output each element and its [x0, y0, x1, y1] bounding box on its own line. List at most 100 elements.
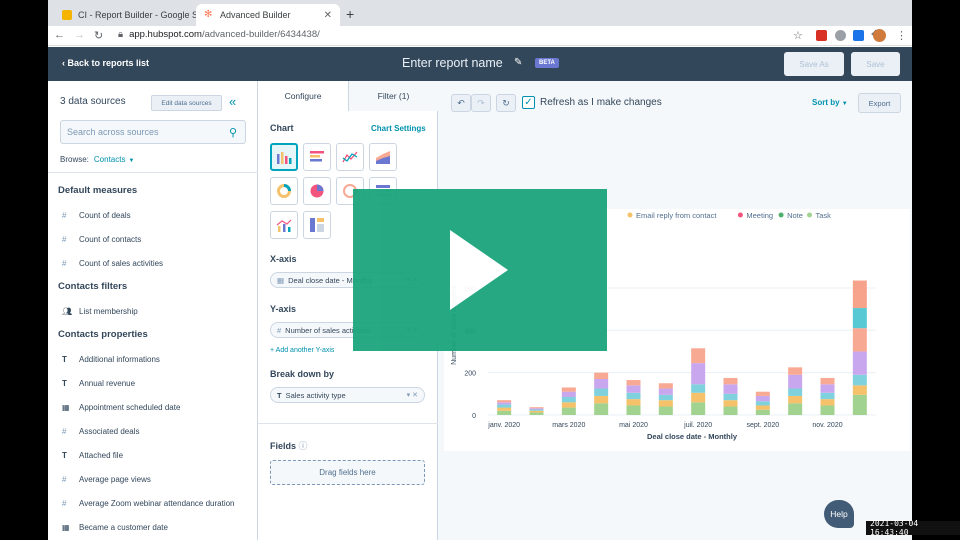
extension-icon[interactable] — [853, 30, 864, 41]
avatar[interactable] — [873, 29, 886, 42]
reload-icon[interactable]: ↻ — [94, 29, 103, 42]
play-icon — [450, 230, 508, 310]
bar-segment — [658, 400, 673, 407]
legend-marker — [627, 212, 633, 218]
bar-segment — [820, 399, 835, 406]
bar-segment — [594, 379, 609, 389]
star-icon[interactable]: ☆ — [793, 29, 803, 42]
x-tick-label: nov. 2020 — [812, 422, 842, 429]
save-as-button[interactable]: Save As — [784, 52, 844, 76]
bar-segment — [529, 408, 544, 410]
donut-chart-icon — [277, 184, 291, 198]
bar-segment — [658, 394, 673, 401]
extension-icon[interactable] — [835, 30, 846, 41]
add-y-axis-link[interactable]: + Add another Y-axis — [270, 347, 334, 354]
sheets-favicon-icon — [62, 10, 72, 20]
pie-chart-type-button[interactable] — [303, 177, 331, 205]
video-play-overlay[interactable] — [353, 189, 607, 351]
legend-label: Task — [816, 211, 832, 220]
bar-chart-type-button[interactable] — [270, 143, 298, 171]
tab-label: CI - Report Builder - Google S — [78, 10, 199, 20]
help-button[interactable]: Help — [824, 500, 854, 528]
browser-tab-advanced-builder[interactable]: ✻ Advanced Builder ✕ — [196, 4, 340, 26]
bar-segment — [594, 395, 609, 404]
bar-segment — [658, 406, 673, 415]
bar-segment — [755, 409, 770, 415]
bar-segment — [852, 385, 867, 395]
browser-tab-report-builder[interactable]: CI - Report Builder - Google S ✕ — [54, 4, 212, 26]
field-list-membership[interactable]: 👥︎ List membership — [62, 307, 138, 316]
breakdown-dropdown[interactable]: T Sales activity type ▾ ✕ — [270, 387, 425, 403]
undo-button[interactable]: ↶ — [451, 94, 471, 112]
field-label: Average page views — [79, 475, 151, 484]
field-count-of-contacts[interactable]: # Count of contacts — [62, 235, 141, 244]
horizontal-bar-chart-type-button[interactable] — [303, 143, 331, 171]
search-input[interactable]: Search across sources ⚲ — [60, 120, 246, 144]
back-to-reports-link[interactable]: ‹ Back to reports list — [62, 58, 149, 68]
area-chart-type-button[interactable] — [369, 143, 397, 171]
field-label: Count of contacts — [79, 235, 142, 244]
field-label: Additional informations — [79, 355, 160, 364]
bar-segment — [626, 405, 641, 415]
recording-timestamp: 2021-03-04 16:43:40 — [866, 519, 960, 537]
bar-segment — [561, 391, 576, 397]
field-attached-file[interactable]: T Attached file — [62, 451, 123, 460]
bar-segment — [497, 404, 512, 408]
url-field[interactable]: 🔒︎ app.hubspot.com/advanced-builder/64344… — [118, 29, 320, 40]
browse-selector[interactable]: Browse: Contacts ▼ — [60, 155, 134, 164]
menu-dots-icon[interactable]: ⋮ — [896, 29, 907, 42]
field-annual-revenue[interactable]: T Annual revenue — [62, 379, 135, 388]
field-appointment-scheduled-date[interactable]: ▦ Appointment scheduled date — [62, 403, 180, 412]
bar-segment — [723, 384, 738, 394]
export-button[interactable]: Export — [858, 93, 901, 113]
field-associated-deals[interactable]: # Associated deals — [62, 427, 139, 436]
tab-label: Advanced Builder — [220, 10, 291, 20]
undo-icon: ↶ — [457, 97, 465, 108]
redo-button[interactable]: ↷ — [471, 94, 491, 112]
people-icon: 👥︎ — [62, 307, 73, 316]
refresh-button[interactable]: ↻ — [496, 94, 516, 112]
bar-segment — [755, 405, 770, 410]
sort-by-dropdown[interactable]: Sort by ▼ — [812, 98, 848, 107]
x-tick-label: juil. 2020 — [683, 422, 712, 429]
field-additional-informations[interactable]: T Additional informations — [62, 355, 160, 364]
bar-segment — [691, 392, 706, 403]
tab-filter[interactable]: Filter (1) — [348, 81, 438, 111]
back-arrow-icon[interactable]: ← — [54, 29, 65, 41]
caret-down-icon: ▼ — [841, 101, 848, 107]
field-average-zoom-webinar-attendance-duration[interactable]: # Average Zoom webinar attendance duratio… — [62, 499, 235, 508]
pivot-chart-type-button[interactable] — [303, 211, 331, 239]
forward-arrow-icon[interactable]: → — [74, 29, 85, 41]
field-became-a-customer-date[interactable]: ▦ Became a customer date — [62, 523, 168, 532]
config-tabs: Configure Filter (1) — [258, 81, 438, 111]
field-count-of-deals[interactable]: # Count of deals — [62, 211, 131, 220]
fields-drop-zone[interactable]: Drag fields here — [270, 460, 425, 485]
collapse-panel-icon[interactable]: « — [229, 94, 236, 109]
edit-data-sources-button[interactable]: Edit data sources — [151, 95, 222, 111]
refresh-checkbox[interactable]: ✓ — [522, 96, 535, 109]
bar-segment — [529, 412, 544, 415]
combo-chart-type-button[interactable] — [270, 211, 298, 239]
new-tab-button[interactable]: + — [346, 6, 354, 22]
url-domain: app.hubspot.com — [129, 29, 202, 40]
field-label: Became a customer date — [79, 523, 168, 532]
chart-settings-link[interactable]: Chart Settings — [371, 124, 426, 133]
fields-text: Fields — [270, 441, 297, 451]
section-contacts-filters: Contacts filters — [58, 281, 128, 292]
y-tick-label: 0 — [472, 413, 476, 420]
info-icon: ⓘ — [298, 441, 308, 451]
bar-segment — [723, 400, 738, 407]
field-average-page-views[interactable]: # Average page views — [62, 475, 151, 484]
field-count-of-sales-activities[interactable]: # Count of sales activities — [62, 259, 163, 268]
report-name-input[interactable]: Enter report name — [402, 56, 503, 70]
close-tab-icon[interactable]: ✕ — [324, 10, 332, 21]
donut-chart-type-button[interactable] — [270, 177, 298, 205]
pencil-icon[interactable]: ✎ — [514, 57, 522, 68]
extension-icon[interactable] — [816, 30, 827, 41]
tab-configure[interactable]: Configure — [258, 81, 348, 111]
bar-segment — [658, 383, 673, 389]
line-chart-type-button[interactable] — [336, 143, 364, 171]
save-button[interactable]: Save — [851, 52, 900, 76]
number-icon: # — [62, 235, 67, 244]
lock-icon: 🔒︎ — [118, 29, 124, 40]
